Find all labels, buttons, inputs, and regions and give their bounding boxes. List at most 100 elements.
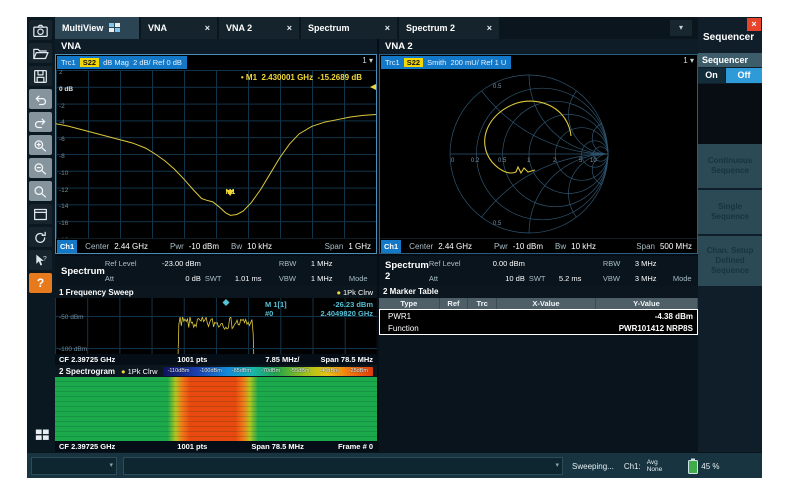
zoom-area-icon[interactable] (29, 135, 52, 155)
vna-channel-bar[interactable]: Ch1 Center2.44 GHz Pwr-10 dBm Bw10 kHz S… (56, 238, 376, 253)
tab-multiview[interactable]: MultiView (55, 17, 139, 39)
undo-icon[interactable] (29, 89, 52, 109)
spectrogram-footer-bar[interactable]: CF 2.39725 GHz 1001 pts Span 78.5 MHz Fr… (55, 441, 377, 452)
tab-close-icon[interactable]: × (473, 23, 492, 33)
left-column: VNA Trc1 S22 dB Mag 2 dB/ Ref 0 dB 1 ▾ 2… (55, 39, 377, 452)
trace-name: Trc1 (61, 58, 76, 67)
tab-vna2[interactable]: VNA 2× (219, 17, 299, 39)
vna2-trace-pill: Trc1 S22 Smith 200 mU/ Ref 1 U (381, 56, 511, 69)
table-row[interactable]: PWR1 -4.38 dBm (380, 310, 697, 322)
left-toolbar: ? ? (27, 17, 55, 452)
tab-multiview-label: MultiView (62, 23, 103, 33)
tab-spectrum2[interactable]: Spectrum 2 × (399, 17, 499, 39)
tab-close-icon[interactable]: × (273, 23, 292, 33)
vna-trace-header[interactable]: Trc1 S22 dB Mag 2 dB/ Ref 0 dB 1 ▾ (56, 55, 376, 70)
screenshot-camera-icon[interactable] (29, 20, 52, 40)
svg-text:0: 0 (451, 158, 455, 164)
spectrum-header[interactable]: Spectrum Ref Level-23.00 dBm RBW1 MHz At… (55, 256, 377, 286)
trace-legend: ●1Pk Clrw (336, 288, 373, 297)
battery-icon (688, 458, 698, 474)
frequency-sweep-graph: -50 dBm -100 dBm M 1[1]-26.23 dBm #02.40… (55, 298, 377, 354)
instrument-screen: ? ? MultiView VNA× VNA 2× Spectrum × Spec… (27, 17, 762, 478)
spectrogram (55, 377, 377, 441)
svg-text:?: ? (43, 255, 47, 262)
table-row[interactable]: Function PWR101412 NRP8S (380, 322, 697, 334)
window-number-dropdown[interactable]: 1 ▾ (683, 56, 694, 65)
vna2-window: Trc1 S22 Smith 200 mU/ Ref 1 U 1 ▾ (379, 54, 698, 254)
trace-legend: ●1Pk Clrw (121, 367, 158, 376)
sequencer-section-label: Sequencer (698, 53, 762, 67)
magnifier-icon[interactable] (29, 181, 52, 201)
scale-label: -110dBm (168, 368, 190, 374)
sweep-footer-bar[interactable]: CF 2.39725 GHz 1001 pts 7.85 MHz/ Span 7… (55, 354, 377, 365)
trace-format: Smith (427, 58, 446, 67)
svg-text:0.5: 0.5 (493, 221, 502, 227)
channel-badge: Ch1 (57, 240, 77, 253)
svg-text:10: 10 (590, 158, 597, 164)
chevron-down-icon: ▾ (109, 461, 113, 469)
tab-close-icon[interactable]: × (191, 23, 210, 33)
zoom-out-icon[interactable] (29, 158, 52, 178)
vna-trace-pill: Trc1 S22 dB Mag 2 dB/ Ref 0 dB (57, 56, 187, 69)
scale-label: -100dBm (199, 368, 221, 374)
redo-icon[interactable] (29, 112, 52, 132)
sidebar-spacer (698, 84, 762, 144)
trace-scale: 2 dB/ (133, 58, 151, 67)
vna2-channel-bar[interactable]: Ch1 Center2.44 GHz Pwr-10 dBm Bw10 kHz S… (380, 238, 697, 253)
tab-spectrum2-label: Spectrum 2 (406, 23, 455, 33)
tab-spectrum-label: Spectrum (308, 23, 350, 33)
windows-start-icon[interactable] (31, 424, 54, 444)
y-axis-label: -50 dBm (59, 314, 84, 321)
open-folder-icon[interactable] (29, 43, 52, 63)
vna2-trace-header[interactable]: Trc1 S22 Smith 200 mU/ Ref 1 U 1 ▾ (380, 55, 697, 70)
sweep-marker-readout: M 1[1]-26.23 dBm #02.4049820 GHz (265, 300, 373, 318)
marker-table-title: 2 Marker Table (379, 286, 698, 298)
main-area: MultiView VNA× VNA 2× Spectrum × Spectrum… (55, 17, 698, 452)
right-column: VNA 2 Trc1 S22 Smith 200 mU/ Ref 1 U 1 ▾ (379, 39, 698, 452)
scale-label: -85dBm (232, 368, 251, 374)
frequency-sweep-title-bar: 1 Frequency Sweep ●1Pk Clrw (55, 286, 377, 298)
continuous-sequence-button[interactable]: Continuous Sequence (698, 144, 762, 188)
refresh-icon[interactable] (29, 227, 52, 247)
marker-table-body: PWR1 -4.38 dBm Function PWR101412 NRP8S (379, 309, 698, 335)
trace-ref: Ref 1 U (481, 58, 506, 67)
scale-label: -55dBm (290, 368, 309, 374)
scale-label: -40dBm (319, 368, 338, 374)
chan-setup-defined-sequence-button[interactable]: Chan. Setup Defined Sequence (698, 236, 762, 286)
sweeping-label: Sweeping... (572, 462, 614, 471)
spectrum2-header[interactable]: Spectrum 2 Ref Level0.00 dBm RBW3 MHz At… (379, 256, 698, 286)
y-axis-label: -100 dBm (59, 346, 87, 353)
chevron-down-icon: ▾ (369, 56, 373, 65)
sequencer-off-button[interactable]: Off (726, 68, 762, 83)
status-dropdown-message[interactable]: ▾ (123, 457, 563, 475)
vna-window: Trc1 S22 dB Mag 2 dB/ Ref 0 dB 1 ▾ 20 dB… (55, 54, 377, 254)
sequencer-on-button[interactable]: On (698, 68, 725, 83)
chevron-down-icon: ▾ (690, 56, 694, 65)
tab-bar: MultiView VNA× VNA 2× Spectrum × Spectrum… (55, 17, 698, 39)
tab-spectrum[interactable]: Spectrum × (301, 17, 397, 39)
average-indicator: Avg None (647, 459, 663, 473)
battery-percent: 45 % (701, 462, 719, 471)
channel-label: Ch1: (624, 462, 641, 471)
help-pointer-icon[interactable]: ? (29, 250, 52, 270)
sequencer-softkeys: Continuous Sequence Single Sequence Chan… (698, 144, 762, 288)
window-layout-icon[interactable] (29, 204, 52, 224)
tab-close-icon[interactable]: × (371, 23, 390, 33)
svg-text:0.5: 0.5 (498, 158, 507, 164)
multiview-grid-icon (109, 23, 120, 34)
svg-text:0.2: 0.2 (471, 158, 480, 164)
status-dropdown-left[interactable]: ▾ (31, 457, 117, 475)
sequencer-panel: × Sequencer Sequencer On Off Continuous … (698, 17, 762, 452)
window-number-dropdown[interactable]: 1 ▾ (362, 56, 373, 65)
tab-overflow-button[interactable]: ▾ (670, 20, 692, 36)
save-icon[interactable] (29, 66, 52, 86)
tab-vna[interactable]: VNA× (141, 17, 217, 39)
sparam-badge: S22 (404, 58, 423, 67)
channel-badge: Ch1 (381, 240, 401, 253)
single-sequence-button[interactable]: Single Sequence (698, 190, 762, 234)
status-bar: ▾ ▾ Sweeping... Ch1: Avg None 45 % (27, 452, 762, 478)
ref-level-arrow-icon (370, 84, 376, 90)
close-icon[interactable]: × (747, 18, 761, 31)
help-icon[interactable]: ? (29, 273, 52, 293)
sparam-badge: S22 (80, 58, 99, 67)
